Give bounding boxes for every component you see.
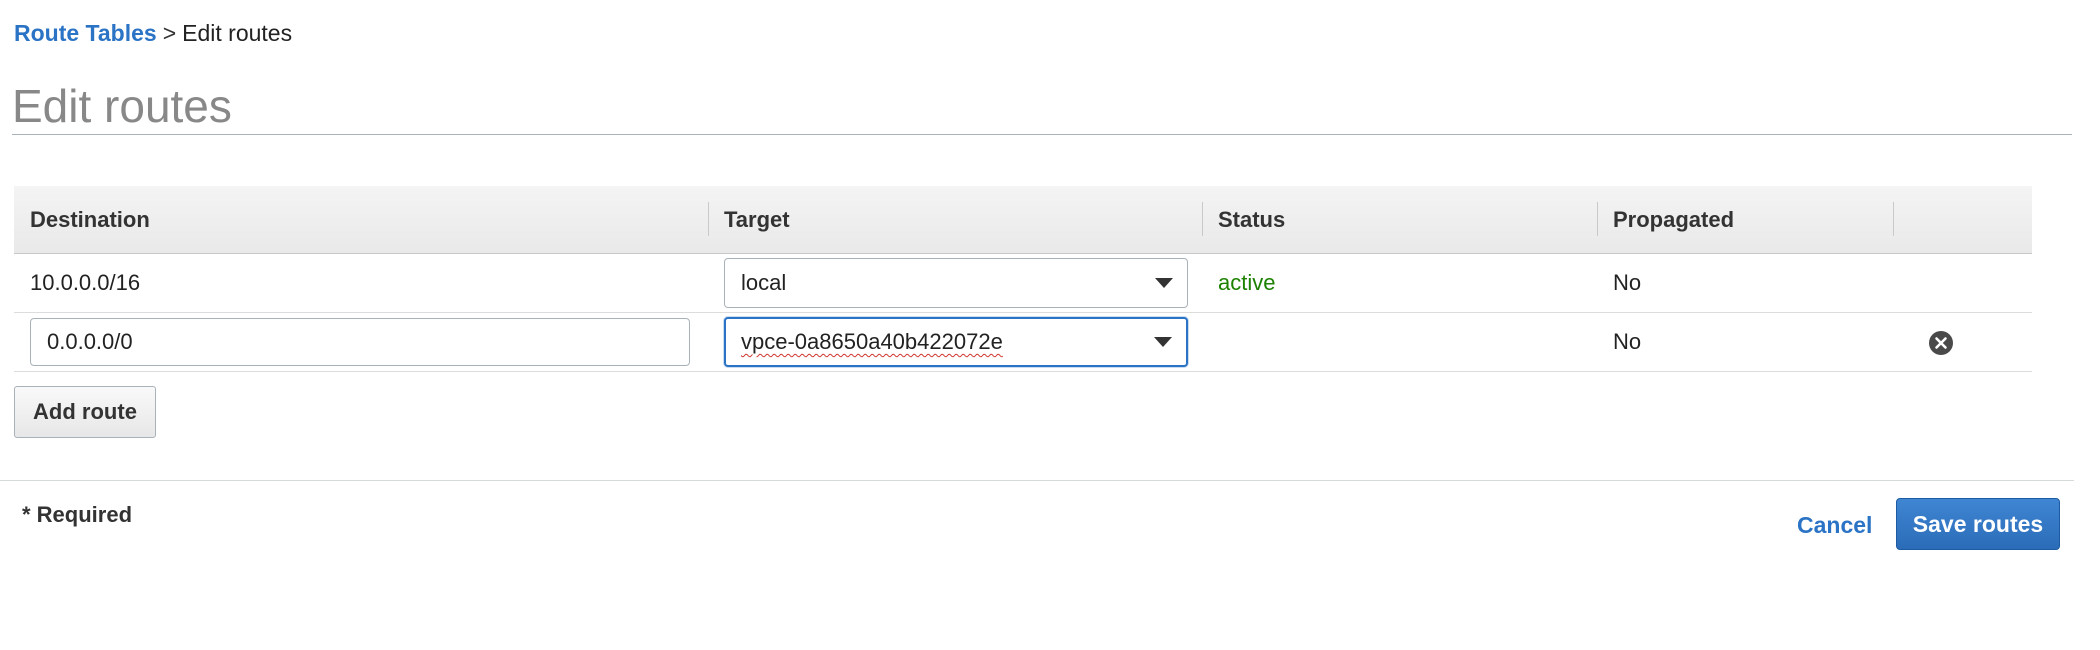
destination-cell: 10.0.0.0/16 xyxy=(30,270,141,295)
breadcrumb-route-tables-link[interactable]: Route Tables xyxy=(14,20,157,46)
target-select-value: local xyxy=(741,270,787,295)
status-badge: active xyxy=(1218,270,1276,295)
destination-input[interactable] xyxy=(30,318,690,366)
caret-down-icon xyxy=(1155,278,1173,288)
caret-down-icon xyxy=(1154,337,1172,347)
save-routes-button[interactable]: Save routes xyxy=(1896,498,2060,550)
column-header-target: Target xyxy=(724,207,790,232)
column-header-status: Status xyxy=(1218,207,1286,232)
table-row: 10.0.0.0/16 local active No xyxy=(14,254,2032,313)
breadcrumb-current: Edit routes xyxy=(182,20,293,46)
target-select[interactable]: vpce-0a8650a40b422072e xyxy=(724,317,1188,367)
propagated-cell: No xyxy=(1613,329,1642,354)
table-row: vpce-0a8650a40b422072e No xyxy=(14,313,2032,372)
footer-divider xyxy=(0,480,2074,481)
column-divider xyxy=(1893,202,1894,236)
target-select[interactable]: local xyxy=(724,258,1188,308)
column-header-destination: Destination xyxy=(30,207,150,232)
breadcrumb-separator: > xyxy=(162,20,177,46)
cancel-button[interactable]: Cancel xyxy=(1797,510,1872,540)
table-header: Destination Target Status Propagated xyxy=(14,186,2032,254)
close-circle-icon[interactable] xyxy=(1928,330,1954,356)
add-route-button[interactable]: Add route xyxy=(14,386,156,438)
breadcrumb: Route Tables > Edit routes xyxy=(14,18,292,48)
page-title: Edit routes xyxy=(12,80,232,132)
target-select-value: vpce-0a8650a40b422072e xyxy=(741,329,1003,354)
required-note: * Required xyxy=(22,502,133,527)
column-header-propagated: Propagated xyxy=(1613,207,1735,232)
propagated-cell: No xyxy=(1613,270,1642,295)
title-divider xyxy=(12,134,2072,135)
routes-table: Destination Target Status Propagated 10.… xyxy=(14,186,2032,372)
